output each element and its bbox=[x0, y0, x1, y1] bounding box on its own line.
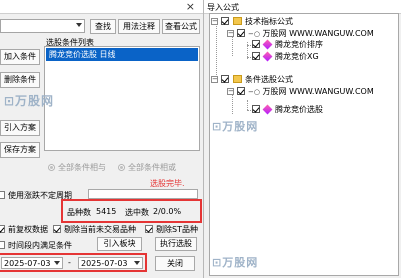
date-range-highlight: 2025-07-03 - 2025-07-03 bbox=[0, 253, 147, 272]
view-formula-button[interactable]: 查看公式 bbox=[162, 19, 200, 34]
tree-item-label: 腾龙竞价排序 bbox=[275, 40, 323, 49]
radio-all-or-label: 全部条件相或 bbox=[128, 163, 176, 172]
chevron-down-icon[interactable] bbox=[134, 261, 140, 265]
tree-source-text: 万股网 WWW.WANGUW.COM bbox=[262, 29, 374, 38]
close-icon[interactable]: × bbox=[186, 0, 195, 13]
tree-line bbox=[216, 21, 217, 81]
pre-adjust-checkbox[interactable] bbox=[0, 225, 5, 233]
watermark-logo: ⊡万股网 bbox=[212, 120, 259, 133]
formula-gem-icon bbox=[262, 39, 273, 50]
use-period-checkbox[interactable] bbox=[0, 191, 5, 199]
collapse-icon[interactable]: − bbox=[227, 30, 234, 37]
close-button[interactable]: 关闭 bbox=[155, 256, 195, 271]
period-field[interactable] bbox=[88, 189, 198, 199]
time-range-checkbox[interactable] bbox=[0, 241, 5, 249]
folder-icon bbox=[233, 17, 242, 25]
pre-adjust-label: 前复权数据 bbox=[8, 225, 48, 234]
import-board-button[interactable]: 引入板块 bbox=[97, 237, 142, 251]
tree-source-label: −○ 万股网 WWW.WANGUW.COM bbox=[248, 86, 374, 98]
folder-icon bbox=[233, 75, 242, 83]
delete-st-label: 剔除ST品种 bbox=[156, 225, 198, 234]
formula-tree[interactable]: − 技术指标公式 − −○ 万股网 WWW.WANGUW.COM 腾龙竞价排序 … bbox=[209, 13, 399, 276]
date-to-value: 2025-07-03 bbox=[81, 259, 128, 268]
delete-untraded-label: 剔除当前未交易品种 bbox=[64, 225, 136, 234]
radio-all-and-label: 全部条件相与 bbox=[58, 163, 106, 172]
stats-highlight: 品种数 5415 选中数 2/0.0% bbox=[61, 199, 202, 223]
radio-all-or[interactable] bbox=[118, 164, 125, 171]
collapse-icon[interactable]: − bbox=[211, 18, 218, 25]
count-label: 品种数 bbox=[67, 208, 91, 217]
tree-group-label: 技术指标公式 bbox=[245, 17, 293, 26]
watermark-logo: ⊡万股网 bbox=[4, 94, 55, 108]
chevron-down-icon[interactable] bbox=[76, 23, 82, 27]
tree-source-text: 万股网 WWW.WANGUW.COM bbox=[262, 87, 374, 96]
dialog-titlebar: 导入公式 bbox=[204, 0, 401, 14]
execute-filter-button[interactable]: 执行选股 bbox=[155, 237, 197, 251]
import-plan-button[interactable]: 引入方案 bbox=[0, 120, 40, 136]
collapse-icon[interactable]: − bbox=[227, 88, 234, 95]
radio-all-and[interactable] bbox=[48, 164, 55, 171]
link-icon: −○ bbox=[248, 30, 260, 38]
tree-group-label: 条件选股公式 bbox=[245, 75, 293, 84]
tree-line bbox=[247, 100, 248, 110]
date-from-field[interactable]: 2025-07-03 bbox=[1, 257, 63, 269]
tree-checkbox[interactable] bbox=[252, 52, 260, 60]
tree-item-label: 腾龙竞价XG bbox=[275, 52, 319, 61]
find-button[interactable]: 查找 bbox=[90, 19, 116, 34]
delete-condition-button[interactable]: 删除条件 bbox=[0, 72, 40, 88]
list-item[interactable]: 腾龙竞价选股 日线 bbox=[46, 48, 198, 61]
formula-gem-icon bbox=[262, 104, 273, 115]
formula-note-button[interactable]: 用法注释 bbox=[118, 19, 160, 34]
add-condition-button[interactable]: 加入条件 bbox=[0, 49, 40, 65]
dialog-titlebar: × bbox=[0, 0, 203, 14]
delete-untraded-checkbox[interactable] bbox=[53, 225, 61, 233]
import-formula-dialog: 导入公式 − 技术指标公式 − −○ 万股网 WWW.WANGUW.COM 腾龙… bbox=[203, 0, 401, 278]
tree-checkbox[interactable] bbox=[252, 40, 260, 48]
tree-checkbox[interactable] bbox=[237, 87, 245, 95]
date-from-value: 2025-07-03 bbox=[4, 259, 51, 268]
status-note: 选股完毕. bbox=[150, 179, 185, 188]
selected-label: 选中数 bbox=[125, 208, 149, 217]
selected-value: 2/0.0% bbox=[153, 207, 182, 216]
dialog-title: 导入公式 bbox=[207, 3, 239, 12]
date-separator: - bbox=[68, 258, 71, 267]
time-range-label: 时间段内满足条件 bbox=[8, 241, 72, 250]
delete-st-checkbox[interactable] bbox=[145, 225, 153, 233]
formula-combo[interactable] bbox=[0, 19, 85, 33]
condition-filter-dialog: × 查找 用法注释 查看公式 选股条件列表 加入条件 删除条件 引入方案 保存方… bbox=[0, 0, 203, 278]
collapse-icon[interactable]: − bbox=[211, 76, 218, 83]
tree-checkbox[interactable] bbox=[221, 17, 229, 25]
link-icon: −○ bbox=[248, 88, 260, 96]
tree-checkbox[interactable] bbox=[237, 29, 245, 37]
save-plan-button[interactable]: 保存方案 bbox=[0, 142, 40, 158]
count-value: 5415 bbox=[96, 207, 117, 216]
watermark-logo: ⊡万股网 bbox=[212, 256, 259, 269]
tree-item-label: 腾龙竞价选股 bbox=[275, 105, 323, 114]
date-to-field[interactable]: 2025-07-03 bbox=[78, 257, 143, 269]
tree-checkbox[interactable] bbox=[252, 105, 260, 113]
tree-checkbox[interactable] bbox=[221, 75, 229, 83]
condition-list[interactable]: 腾龙竞价选股 日线 bbox=[44, 46, 200, 151]
chevron-down-icon[interactable] bbox=[54, 261, 60, 265]
formula-gem-icon bbox=[262, 51, 273, 62]
